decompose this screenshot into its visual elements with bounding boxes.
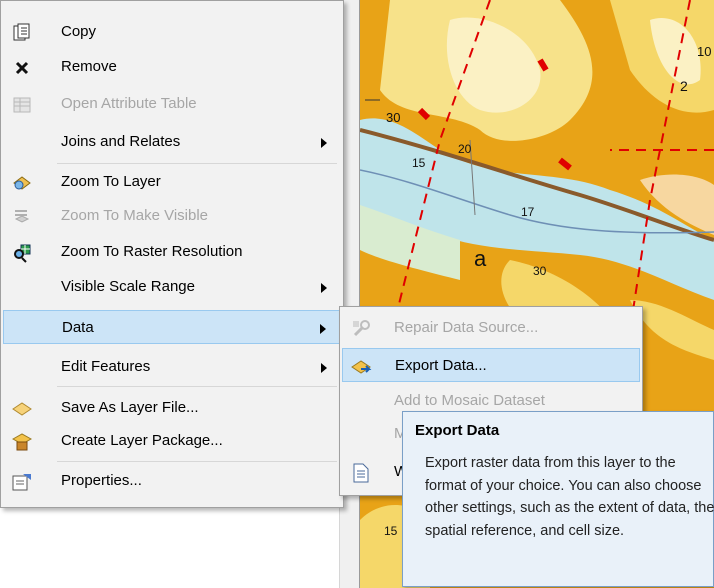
menu-item-zoom-to-raster-resolution[interactable]: Zoom To Raster Resolution	[3, 235, 341, 269]
map-label: 15	[412, 156, 426, 170]
zoom-visible-icon	[11, 206, 33, 228]
remove-x-icon	[11, 57, 33, 79]
menu-item-label: Create Layer Package...	[61, 432, 223, 449]
menu-item-label: Save As Layer File...	[61, 399, 199, 416]
map-label: 30	[533, 264, 547, 278]
menu-item-label: Copy	[61, 23, 97, 40]
map-label: 30	[386, 110, 401, 125]
zoom-to-layer-icon	[11, 172, 33, 194]
menu-item-joins-and-relates[interactable]: Joins and Relates	[3, 125, 341, 159]
submenu-arrow-icon	[321, 283, 327, 293]
map-label: 15	[384, 524, 398, 538]
layer-file-icon	[11, 398, 33, 420]
menu-item-label: Zoom To Raster Resolution	[61, 243, 243, 260]
menu-item-label: Joins and Relates	[61, 133, 181, 150]
tooltip-title: Export Data	[415, 422, 500, 439]
metadata-icon	[350, 462, 372, 484]
menu-separator	[57, 461, 337, 462]
menu-item-zoom-to-layer[interactable]: Zoom To Layer	[3, 165, 341, 199]
menu-item-label: Edit Features	[61, 358, 151, 375]
menu-separator	[57, 163, 337, 164]
menu-item-label: Visible Scale Range	[61, 278, 195, 295]
map-label: 20	[458, 142, 472, 156]
export-data-tooltip: Export Data Export raster data from this…	[402, 411, 714, 587]
map-label: 10	[697, 44, 712, 59]
menu-item-edit-features[interactable]: Edit Features	[3, 350, 341, 384]
copy-icon	[11, 22, 33, 44]
tooltip-body: Export raster data from this layer to th…	[425, 455, 714, 539]
menu-item-remove[interactable]: Remove	[3, 50, 341, 84]
menu-item-label: Zoom To Make Visible	[61, 207, 209, 224]
layer-package-icon	[11, 431, 33, 453]
table-icon	[11, 94, 33, 116]
menu-item-label: Properties...	[61, 472, 142, 489]
menu-item-label: Open Attribute Table	[61, 95, 197, 112]
menu-item-save-as-layer-file[interactable]: Save As Layer File...	[3, 391, 341, 425]
menu-item-properties[interactable]: Properties...	[3, 464, 341, 498]
submenu-arrow-icon	[321, 138, 327, 148]
menu-item-export-data[interactable]: Export Data...	[342, 348, 640, 382]
menu-item-label: Remove	[61, 58, 117, 75]
properties-icon	[11, 471, 33, 493]
submenu-arrow-icon	[320, 324, 326, 334]
zoom-raster-icon	[11, 242, 33, 264]
menu-item-create-layer-package[interactable]: Create Layer Package...	[3, 424, 341, 458]
menu-item-label: Zoom To Layer	[61, 173, 161, 190]
menu-item-label: Repair Data Source...	[394, 319, 539, 336]
menu-item-label: Data	[62, 319, 94, 336]
map-label: 17	[521, 205, 535, 219]
menu-item-copy[interactable]: Copy	[3, 15, 341, 49]
menu-separator	[57, 386, 337, 387]
menu-item-zoom-to-make-visible[interactable]: Zoom To Make Visible	[3, 199, 341, 233]
menu-item-visible-scale-range[interactable]: Visible Scale Range	[3, 270, 341, 304]
layer-context-menu: Copy Remove Open Attribute Table Joins a…	[0, 0, 344, 508]
map-label: a	[474, 246, 487, 271]
menu-item-label: Export Data...	[395, 357, 487, 374]
menu-item-data[interactable]: Data	[3, 310, 341, 344]
menu-item-open-attribute-table[interactable]: Open Attribute Table	[3, 87, 341, 121]
menu-item-repair-data-source[interactable]: Repair Data Source...	[342, 311, 640, 345]
repair-icon	[350, 318, 372, 340]
export-data-icon	[351, 356, 373, 378]
submenu-arrow-icon	[321, 363, 327, 373]
menu-item-label: Add to Mosaic Dataset	[394, 392, 545, 409]
map-label: 2	[680, 78, 688, 94]
